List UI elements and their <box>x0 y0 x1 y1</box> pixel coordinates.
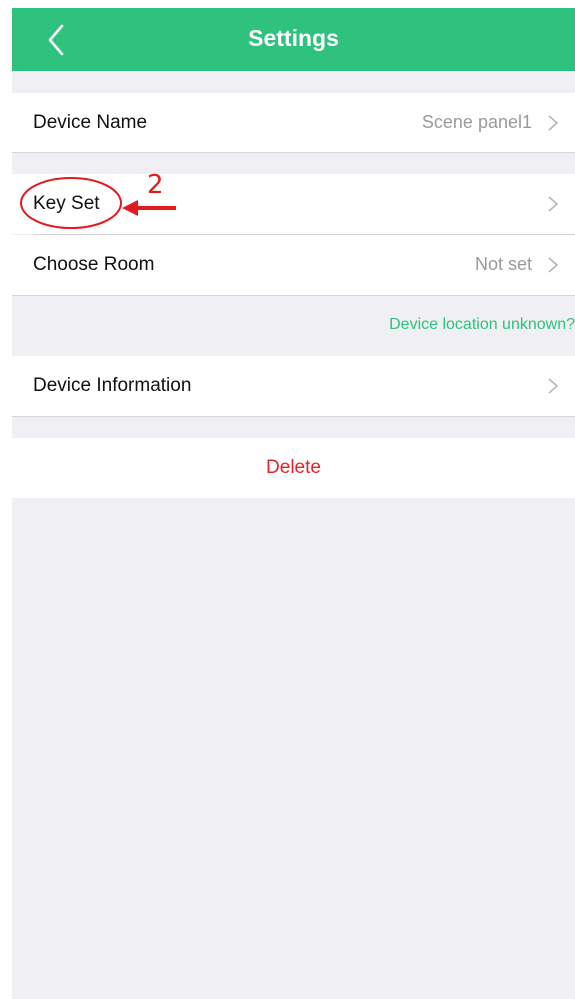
chevron-right-icon <box>548 257 559 273</box>
divider <box>12 416 575 417</box>
device-location-unknown-link[interactable]: Device location unknown? <box>389 316 575 334</box>
navigation-bar: Settings <box>12 8 575 71</box>
key-set-row[interactable]: Key Set <box>12 174 575 234</box>
choose-room-value: Not set <box>474 254 532 274</box>
device-information-label: Device Information <box>33 375 192 396</box>
settings-screen: Settings Device Name Scene panel1 Key Se… <box>12 8 575 999</box>
divider <box>12 295 575 296</box>
delete-label: Delete <box>266 457 321 478</box>
device-name-value: Scene panel1 <box>421 112 532 132</box>
chevron-right-icon <box>548 196 559 212</box>
choose-room-label: Choose Room <box>33 254 155 275</box>
delete-button[interactable]: Delete <box>12 438 575 498</box>
device-information-row[interactable]: Device Information <box>12 356 575 416</box>
device-name-label: Device Name <box>33 112 148 133</box>
divider <box>12 152 575 153</box>
choose-room-row[interactable]: Choose Room Not set <box>12 235 575 295</box>
annotation-step-number: 2 <box>147 170 164 200</box>
chevron-right-icon <box>548 378 559 394</box>
key-set-label: Key Set <box>33 193 100 214</box>
device-name-row[interactable]: Device Name Scene panel1 <box>12 93 575 153</box>
chevron-right-icon <box>548 115 559 131</box>
page-title: Settings <box>248 25 339 51</box>
